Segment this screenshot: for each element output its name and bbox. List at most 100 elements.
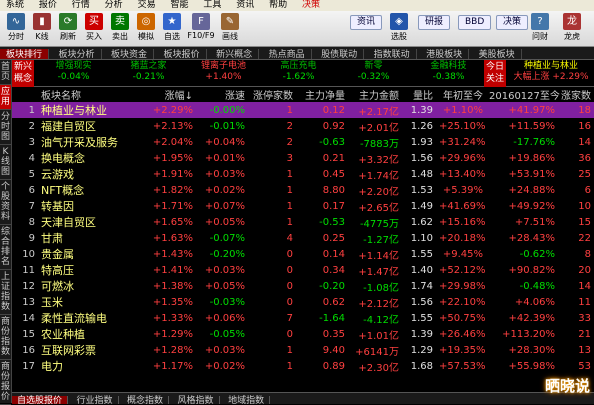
- table-row[interactable]: 13 玉米 +1.35% -0.03% 0 0.62 +2.12亿 1.56 +22.10% +4…: [12, 294, 594, 310]
- cell-sector-name: 柔性直流输电: [41, 312, 107, 325]
- table-row[interactable]: 11 特高压 +1.41% +0.03% 0 0.34 +1.47亿 1.40 +52.12% +…: [12, 262, 594, 278]
- menu-system[interactable]: 系统: [0, 0, 30, 11]
- table-row[interactable]: 4 换电概念 +1.95% +0.01% 3 0.21 +3.32亿 1.56 +29.96% +…: [12, 150, 594, 166]
- cell-main-net-volume: 0.35: [322, 328, 345, 340]
- summary-item[interactable]: 高压充电 -1.62%: [261, 61, 336, 83]
- cell-limit-up-count: 1: [286, 344, 293, 356]
- col-speed[interactable]: 涨速: [196, 87, 248, 102]
- col-main-net-volume[interactable]: 主力净量: [296, 87, 348, 102]
- cell-row-index: 3: [28, 136, 35, 148]
- table-row[interactable]: 16 互联网彩票 +1.28% +0.03% 1 9.40 +6141万 1.29 +19.35…: [12, 342, 594, 358]
- table-row[interactable]: 8 天津自贸区 +1.65% +0.05% 1 -0.53 -4775万 1.62 +15.16…: [12, 214, 594, 230]
- menu-smart[interactable]: 智能: [164, 0, 194, 11]
- col-volume-ratio[interactable]: 量比: [402, 87, 436, 102]
- table-row[interactable]: 9 甘肃 +1.63% -0.07% 4 0.25 -1.27亿 1.10 +20.18% +28…: [12, 230, 594, 246]
- toolbar-button-f10[interactable]: F F10/F9: [186, 13, 216, 40]
- table-row[interactable]: 7 转基因 +1.71% +0.07% 1 0.17 +2.65亿 1.49 +41.69% +4…: [12, 198, 594, 214]
- menu-news[interactable]: 资讯: [230, 0, 260, 11]
- table-row[interactable]: 3 油气开采及服务 +2.04% +0.04% 2 -0.63 -7883万 1.93 +31.…: [12, 134, 594, 150]
- summary-item[interactable]: 锂离子电池 +1.40%: [186, 61, 261, 83]
- table-row[interactable]: 2 福建自贸区 +2.13% -0.01% 2 0.92 +2.01亿 1.26 +25.10%…: [12, 118, 594, 134]
- summary-name: 增强现实: [55, 61, 92, 71]
- table-row[interactable]: 5 云游戏 +1.91% +0.03% 1 0.45 +1.74亿 1.48 +13.40% +5…: [12, 166, 594, 182]
- cell-speed: +0.02%: [204, 360, 245, 372]
- sidebar-item-share-index[interactable]: 商份指数: [0, 315, 11, 360]
- tab-sector-analysis[interactable]: 板块分析: [53, 49, 102, 59]
- sidebar-item-home[interactable]: 首页: [0, 60, 11, 85]
- toolbar-button-sell[interactable]: 卖卖出: [108, 13, 132, 42]
- cell-main-net-volume: 0.17: [322, 200, 345, 212]
- table-row[interactable]: 6 NFT概念 +1.82% +0.02% 1 8.80 +2.20亿 1.53 +5.39% +…: [12, 182, 594, 198]
- sidebar-item-kline[interactable]: K线图: [0, 145, 11, 180]
- sidebar-item-sh-index[interactable]: 上证指数: [0, 270, 11, 315]
- sidebar-item-stock-info[interactable]: 个股资料: [0, 180, 11, 225]
- cell-change-pct: +1.35%: [152, 296, 193, 308]
- cell-sector-name: 可燃冰: [41, 280, 74, 293]
- menu-quote[interactable]: 报价: [33, 0, 63, 11]
- menu-decision[interactable]: 决策: [296, 0, 326, 11]
- menu-help[interactable]: 帮助: [263, 0, 293, 11]
- sell-icon: 卖: [111, 13, 129, 30]
- table-row[interactable]: 10 贵金属 +1.43% -0.20% 0 0.14 +1.14亿 1.55 +9.45% -0…: [12, 246, 594, 262]
- cell-sector-name: 特高压: [41, 264, 74, 277]
- toolbar-label: K线: [35, 32, 49, 41]
- col-sector-name[interactable]: 板块名称: [38, 87, 138, 102]
- toolbar-button-fenshi[interactable]: ∿ 分时: [4, 13, 28, 42]
- tab-index-link[interactable]: 指数联动: [368, 49, 417, 59]
- table-row[interactable]: 17 电力 +1.17% +0.02% 1 0.89 +2.30亿 1.68 +57.53% +5…: [12, 358, 594, 374]
- bbd-button[interactable]: BBD: [458, 15, 492, 30]
- menu-market[interactable]: 行情: [66, 0, 96, 11]
- col-since-date[interactable]: 20160127至今: [486, 87, 560, 102]
- tab-new-concepts[interactable]: 新兴概念: [210, 49, 260, 59]
- toolbar-button-simulate[interactable]: ◎ 模拟: [134, 13, 158, 42]
- table-row[interactable]: 1 种植业与林业 +2.29% -0.00% 1 0.12 +2.17亿 1.39 +1.10%…: [12, 102, 594, 118]
- tab-hot-commodities[interactable]: 热点商品: [263, 49, 312, 59]
- toolbar-button-watchlist[interactable]: ★ 自选: [160, 13, 184, 42]
- sidebar-item-ranking[interactable]: 综合排名: [0, 225, 11, 270]
- summary-item[interactable]: 猪蓝之家 -0.21%: [111, 61, 186, 83]
- summary-item[interactable]: 金融科技 -0.38%: [411, 61, 486, 83]
- wencai-button[interactable]: ? 问财: [528, 13, 552, 42]
- tab-stock-bond[interactable]: 股债联动: [315, 49, 365, 59]
- research-button[interactable]: 研报: [418, 15, 451, 30]
- table-row[interactable]: 14 柔性直流输电 +1.33% +0.06% 7 -1.64 -4.12亿 1.55 +50.…: [12, 310, 594, 326]
- table-row[interactable]: 12 可燃冰 +1.38% +0.05% 0 -0.20 -1.08亿 1.74 +29.98%…: [12, 278, 594, 294]
- menu-analysis[interactable]: 分析: [99, 0, 129, 11]
- cell-up-count: 53: [578, 360, 591, 372]
- tab-sector-ranking[interactable]: 板块排行: [0, 49, 50, 59]
- col-up-count[interactable]: 涨家数: [558, 87, 594, 102]
- toolbar-button-draw[interactable]: ✎ 画线: [218, 13, 242, 42]
- sidebar-item-share-quote[interactable]: 商份报价: [0, 360, 11, 405]
- select-stock-button[interactable]: ◈ 选股: [388, 13, 410, 42]
- col-main-amount[interactable]: 主力金额: [348, 87, 402, 102]
- decision-button[interactable]: 决策: [496, 15, 529, 30]
- cell-main-net-volume: 8.80: [322, 184, 345, 196]
- sidebar-item-apps[interactable]: 应用: [0, 85, 11, 110]
- sidebar-item-timeshare[interactable]: 分时图: [0, 110, 11, 145]
- simulate-icon: ◎: [137, 13, 155, 30]
- tab-us-sectors[interactable]: 美股板块: [473, 49, 522, 59]
- today-focus-item[interactable]: 种植业与林业 大幅上涨 +2.29%: [508, 61, 594, 83]
- news-button[interactable]: 资讯: [350, 15, 383, 30]
- cell-volume-ratio: 1.56: [410, 152, 433, 164]
- menu-trade[interactable]: 交易: [132, 0, 162, 11]
- toolbar-button-refresh[interactable]: ⟳ 刷新: [56, 13, 80, 42]
- summary-item[interactable]: 增强现实 -0.04%: [36, 61, 111, 83]
- longhu-button[interactable]: 龙龙虎: [560, 13, 584, 42]
- tab-hk-sectors[interactable]: 港股板块: [420, 49, 470, 59]
- table-row[interactable]: 15 农业种植 +1.29% -0.05% 0 0.35 +1.01亿 1.39 +26.46%…: [12, 326, 594, 342]
- toolbar-label: 自选: [164, 32, 180, 41]
- tab-sector-quote[interactable]: 板块报价: [158, 49, 207, 59]
- toolbar-button-kline[interactable]: ▮ K线: [30, 13, 54, 42]
- today-focus-label[interactable]: 今日关注: [484, 60, 506, 87]
- toolbar-button-buy[interactable]: 买买入: [82, 13, 106, 42]
- cell-up-count: 18: [558, 102, 594, 118]
- col-ytd[interactable]: 年初至今: [436, 87, 486, 102]
- cell-row-index: 15: [22, 328, 35, 340]
- col-limit-up-count[interactable]: 涨停家数: [248, 87, 296, 102]
- new-concepts-label[interactable]: 新兴概念: [12, 60, 34, 87]
- menu-tools[interactable]: 工具: [197, 0, 227, 11]
- col-change-pct[interactable]: 涨幅↓: [138, 87, 196, 102]
- summary-item[interactable]: 新零 -0.32%: [336, 61, 411, 83]
- tab-sector-funds[interactable]: 板块资金: [105, 49, 155, 59]
